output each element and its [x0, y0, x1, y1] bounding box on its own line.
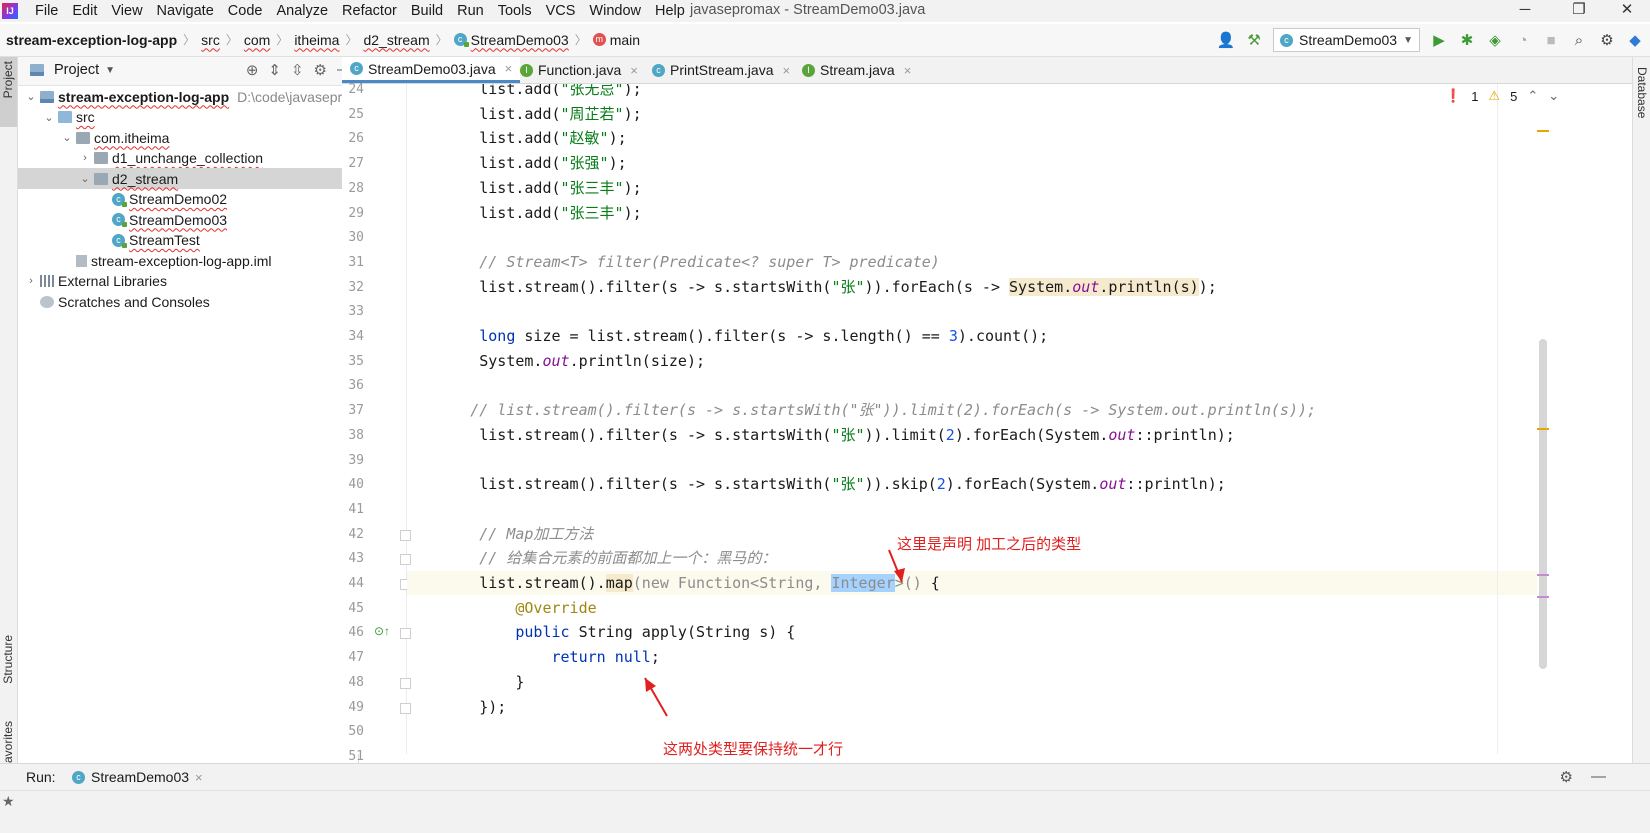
star-icon[interactable]: ★ [2, 793, 15, 810]
run-panel-tools: ⚙ — [1560, 768, 1606, 786]
hide-icon[interactable]: — [1591, 768, 1606, 786]
class-icon: c [72, 770, 85, 784]
gear-icon[interactable]: ⚙ [1560, 768, 1573, 786]
annotation-arrow-top [888, 549, 905, 583]
close-icon[interactable]: × [195, 770, 203, 785]
annotation-note-top: 这里是声明 加工之后的类型 [897, 536, 1082, 553]
annotation-overlay [644, 549, 905, 717]
run-label: Run: [26, 769, 56, 785]
run-tab[interactable]: c StreamDemo03 × [72, 765, 203, 789]
bottom-tool-bar: Run: c StreamDemo03 × ⚙ — [0, 763, 1650, 790]
status-bar: ★ [0, 790, 1650, 833]
run-tab-label: StreamDemo03 [91, 769, 190, 785]
annotation-note-bottom: 这两处类型要保持统一才行 [663, 741, 844, 758]
annotation-arrow-bottom [644, 677, 668, 717]
